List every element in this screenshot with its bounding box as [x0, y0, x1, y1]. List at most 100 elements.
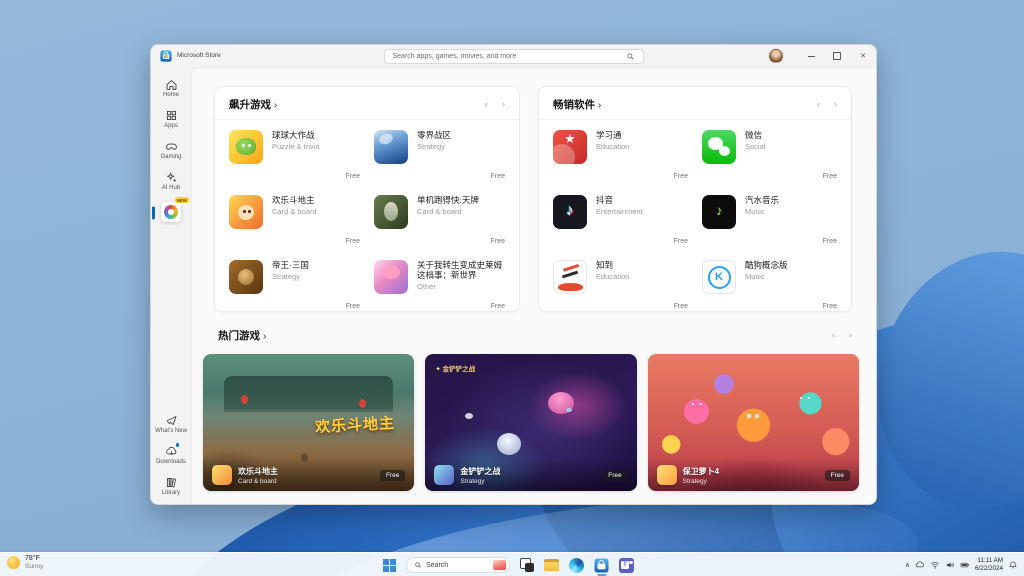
carrot-fantasy-icon	[657, 465, 677, 485]
taskbar: 78°F Sunny Search	[0, 552, 1024, 576]
task-view-button[interactable]	[518, 555, 535, 575]
app-name: 知到	[596, 260, 688, 270]
taskbar-search-box[interactable]: Search	[406, 557, 510, 573]
kugou-concept-icon	[702, 260, 736, 294]
app-category: Music	[745, 272, 837, 281]
next-button[interactable]	[502, 100, 505, 109]
sidebar-item-ai-hub[interactable]: AI Hub	[151, 168, 191, 195]
sidebar-label: Apps	[164, 123, 178, 129]
section-title-link[interactable]: 飙升游戏	[229, 97, 277, 112]
volume-icon[interactable]	[945, 560, 955, 570]
app-name: 帝王·三国	[272, 260, 360, 270]
sidebar-label: AI Hub	[162, 185, 180, 191]
featured-card-happy-doudizhu[interactable]: 欢乐斗地主 欢乐斗地主 Card & board Free	[203, 354, 414, 491]
app-price: Free	[745, 238, 837, 251]
price-badge: Free	[825, 470, 850, 481]
app-list-item[interactable]: 球球大作战 Puzzle & trivia Free	[229, 130, 360, 186]
app-list-item[interactable]: 帝王·三国 Strategy Free	[229, 260, 360, 316]
store-bag-icon	[594, 558, 609, 573]
color-ring-icon	[164, 205, 178, 219]
app-list-item[interactable]: 单机跑得快:天牌 Card & board Free	[374, 195, 505, 251]
sidebar-label: Library	[162, 490, 180, 496]
onedrive-cloud-icon[interactable]	[915, 560, 925, 570]
edge-button[interactable]	[568, 555, 585, 575]
featured-card-carrot-fantasy[interactable]: 保卫萝卜4 Strategy Free	[648, 354, 859, 491]
app-list-item[interactable]: 汽水音乐 Music Free	[702, 195, 837, 251]
start-button[interactable]	[381, 555, 398, 575]
selection-indicator	[152, 206, 155, 219]
sidebar-item-whats-new[interactable]: What's New	[151, 411, 191, 438]
teams-icon	[619, 558, 634, 573]
weather-widget[interactable]: 78°F Sunny	[7, 555, 43, 570]
sidebar-item-library[interactable]: Library	[151, 473, 191, 500]
prev-button[interactable]	[485, 100, 488, 109]
section-title-link[interactable]: 热门游戏	[218, 328, 266, 343]
app-list-item[interactable]: 知到 Education Free	[553, 260, 688, 316]
close-button[interactable]	[858, 51, 868, 61]
sidebar-label: Home	[163, 92, 179, 98]
notification-bell-icon[interactable]	[1008, 560, 1018, 570]
store-taskbar-button[interactable]	[593, 555, 610, 575]
edge-icon	[569, 558, 584, 573]
app-list-item[interactable]: 酷狗概念版 Music Free	[702, 260, 837, 316]
soda-music-icon	[702, 195, 736, 229]
app-price: Free	[596, 303, 688, 316]
app-list-item[interactable]: 零界战区 Strategy Free	[374, 130, 505, 186]
copilot-app-icon	[161, 202, 181, 222]
section-bestselling-software: 畅销软件 学习通 Education Free	[538, 86, 852, 312]
app-list-item[interactable]: 学习通 Education Free	[553, 130, 688, 186]
gamepad-icon	[165, 140, 178, 153]
store-search-input[interactable]	[384, 49, 644, 64]
downloads-badge-dot	[176, 443, 180, 447]
section-popular-games-header: 热门游戏	[218, 328, 852, 343]
app-price: Free	[745, 303, 837, 316]
file-explorer-button[interactable]	[543, 555, 560, 575]
battle-of-balls-icon	[229, 130, 263, 164]
battery-icon[interactable]	[960, 560, 970, 570]
folder-icon	[544, 559, 559, 571]
sidebar-item-gaming[interactable]: Gaming	[151, 137, 191, 164]
app-list-item[interactable]: 关于我转生变成史莱姆这档事：新世界 Other Free	[374, 260, 505, 316]
next-button[interactable]	[849, 331, 852, 340]
app-category: Other	[417, 282, 505, 291]
tray-overflow-chevron-icon[interactable]: ∧	[905, 561, 910, 569]
weather-temperature: 78°F	[25, 555, 43, 563]
app-price: Free	[272, 303, 360, 316]
app-price: Free	[745, 173, 837, 186]
apps-grid-icon	[165, 109, 178, 122]
sidebar-label: Downloads	[156, 459, 186, 465]
app-list-item[interactable]: 欢乐斗地主 Card & board Free	[229, 195, 360, 251]
app-list-item[interactable]: 微信 Social Free	[702, 130, 837, 186]
sidebar-item-apps[interactable]: Apps	[151, 106, 191, 133]
app-price: Free	[417, 238, 505, 251]
teams-button[interactable]	[618, 555, 635, 575]
prev-button[interactable]	[832, 331, 835, 340]
sidebar-item-home[interactable]: Home	[151, 75, 191, 102]
section-trending-games: 飙升游戏 球球大作战 Puzzle & trivia Free	[214, 86, 520, 312]
prev-button[interactable]	[817, 100, 820, 109]
card-art-logo-text: 金铲铲之战	[435, 363, 475, 373]
card-title: 金铲铲之战	[460, 466, 500, 477]
store-logo-icon	[160, 50, 172, 62]
app-category: Music	[745, 207, 837, 216]
account-avatar[interactable]	[769, 49, 783, 63]
douyin-icon	[553, 195, 587, 229]
section-title-link[interactable]: 畅销软件	[553, 97, 601, 112]
app-category: Card & board	[417, 207, 505, 216]
card-category: Strategy	[683, 478, 719, 485]
app-list-item[interactable]: 抖音 Entertainment Free	[553, 195, 688, 251]
emperor-three-kingdoms-icon	[229, 260, 263, 294]
maximize-button[interactable]	[832, 51, 842, 61]
sidebar-label: What's New	[155, 428, 187, 434]
card-category: Card & board	[238, 478, 278, 485]
app-name: 汽水音乐	[745, 195, 837, 205]
featured-card-tft[interactable]: 金铲铲之战 金铲铲之战 Strategy Free	[425, 354, 636, 491]
sidebar-item-copilot-app[interactable]: NEW	[151, 199, 191, 226]
next-button[interactable]	[834, 100, 837, 109]
minimize-button[interactable]	[806, 51, 816, 61]
library-books-icon	[165, 476, 178, 489]
app-name: 酷狗概念版	[745, 260, 837, 270]
sidebar-item-downloads[interactable]: Downloads	[151, 442, 191, 469]
clock[interactable]: 11:11 AM 6/22/2024	[975, 557, 1003, 573]
wifi-icon[interactable]	[930, 560, 940, 570]
